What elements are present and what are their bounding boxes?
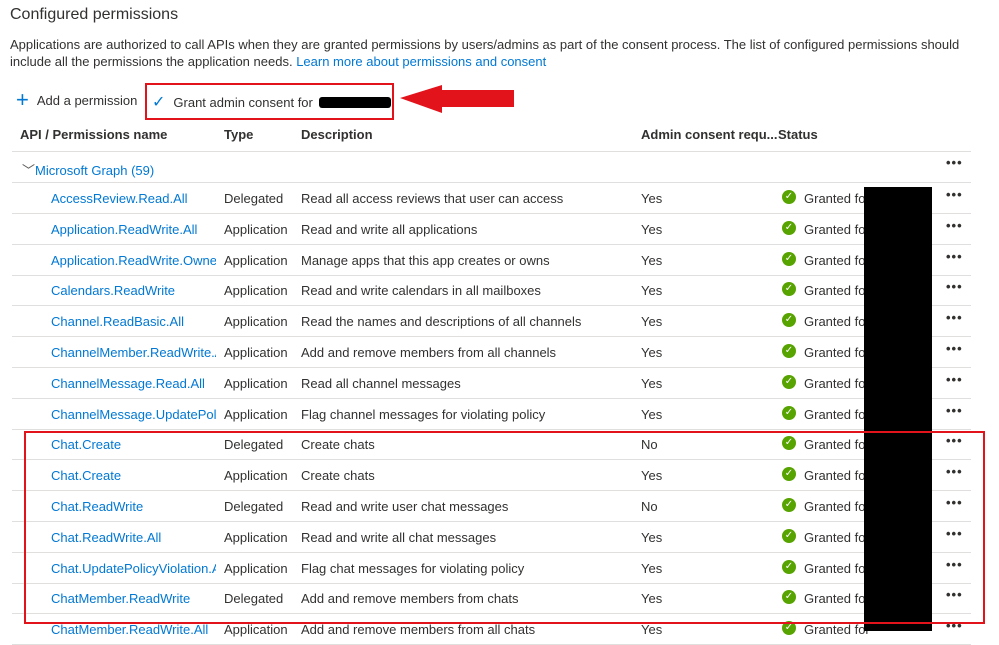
red-arrow-annotation	[400, 85, 514, 113]
check-circle-icon: ✓	[782, 251, 796, 266]
col-type[interactable]: Type	[224, 127, 253, 142]
admin-consent-cell: Yes	[641, 191, 663, 206]
permission-link[interactable]: Calendars.ReadWrite	[51, 283, 216, 298]
description-cell: Manage apps that this app creates or own…	[301, 252, 550, 268]
permission-link[interactable]: AccessReview.Read.All	[51, 191, 216, 206]
table-row: ChannelMessage.UpdatePolicyViolation.All…	[0, 399, 999, 429]
more-icon[interactable]: •••	[946, 341, 963, 356]
more-icon[interactable]: •••	[946, 403, 963, 418]
col-name[interactable]: API / Permissions name	[20, 127, 167, 142]
highlight-box	[24, 431, 985, 624]
divider	[12, 151, 971, 152]
check-circle-icon: ✓	[782, 282, 796, 297]
check-circle-icon: ✓	[782, 190, 796, 204]
type-cell: Delegated	[224, 191, 284, 206]
status-cell: Granted for	[804, 221, 870, 237]
more-icon[interactable]: •••	[946, 310, 963, 325]
permission-link[interactable]: ChatMember.ReadWrite.All	[51, 622, 216, 637]
check-circle-icon: ✓	[782, 220, 796, 235]
admin-consent-cell: Yes	[641, 345, 663, 360]
permission-link[interactable]: ChannelMessage.UpdatePolicyViolation.All	[51, 407, 216, 422]
table-row: ChannelMember.ReadWrite.All Application …	[0, 337, 999, 367]
table-row: Calendars.ReadWrite Application Read and…	[0, 275, 999, 305]
add-permission-label: Add a permission	[36, 92, 138, 108]
admin-consent-cell: Yes	[641, 622, 663, 638]
permission-link[interactable]: Application.ReadWrite.OwnedBy	[51, 253, 216, 268]
type-cell: Application	[224, 622, 288, 638]
permission-link[interactable]: Channel.ReadBasic.All	[51, 314, 216, 329]
status-cell: Granted for	[804, 345, 870, 360]
status-cell: Granted for	[804, 406, 870, 422]
description-cell: Read and write calendars in all mailboxe…	[301, 283, 541, 299]
group-label: Microsoft Graph (59)	[35, 163, 155, 178]
status-cell: Granted for	[804, 622, 870, 638]
add-permission-button[interactable]: + Add a permission	[16, 87, 138, 112]
highlight-box	[145, 83, 394, 120]
admin-consent-cell: Yes	[641, 375, 663, 391]
more-icon[interactable]: •••	[946, 249, 963, 264]
description-cell: Read and write all applications	[301, 221, 478, 237]
col-admin-consent[interactable]: Admin consent requ...	[641, 127, 778, 142]
chevron-down-icon: ﹀	[22, 163, 36, 178]
type-cell: Application	[224, 283, 288, 299]
type-cell: Application	[224, 406, 288, 422]
check-circle-icon: ✓	[782, 344, 796, 358]
table-row: Application.ReadWrite.OwnedBy Applicatio…	[0, 245, 999, 275]
status-cell: Granted for	[804, 252, 870, 268]
check-circle-icon: ✓	[782, 374, 796, 389]
permission-link[interactable]: Application.ReadWrite.All	[51, 222, 216, 237]
table-row: AccessReview.Read.All Delegated Read all…	[0, 183, 999, 213]
check-circle-icon: ✓	[782, 313, 796, 328]
permission-link[interactable]: ChannelMessage.Read.All	[51, 376, 216, 391]
status-cell: Granted for	[804, 314, 870, 330]
more-icon[interactable]: •••	[946, 187, 963, 202]
intro-text: Applications are authorized to call APIs…	[10, 36, 990, 70]
check-circle-icon: ✓	[782, 405, 796, 420]
admin-consent-cell: Yes	[641, 314, 663, 330]
permission-link[interactable]: ChannelMember.ReadWrite.All	[51, 345, 216, 360]
description-cell: Read all channel messages	[301, 375, 461, 391]
type-cell: Application	[224, 314, 288, 330]
group-microsoft-graph[interactable]: ﹀Microsoft Graph (59)	[22, 160, 154, 179]
more-icon[interactable]: •••	[946, 372, 963, 387]
learn-more-link[interactable]: Learn more about permissions and consent	[296, 54, 546, 69]
description-cell: Flag channel messages for violating poli…	[301, 406, 546, 422]
description-cell: Add and remove members from all chats	[301, 622, 536, 638]
type-cell: Application	[224, 345, 288, 360]
admin-consent-cell: Yes	[641, 283, 663, 299]
page-title: Configured permissions	[10, 6, 179, 23]
table-row: ChannelMessage.Read.All Application Read…	[0, 368, 999, 398]
more-icon[interactable]: •••	[946, 279, 963, 294]
more-icon[interactable]: •••	[946, 155, 963, 170]
admin-consent-cell: Yes	[641, 406, 663, 422]
col-status[interactable]: Status	[778, 127, 818, 142]
plus-icon: +	[16, 87, 29, 112]
admin-consent-cell: Yes	[641, 252, 663, 268]
status-cell: Granted for	[804, 283, 870, 299]
status-cell: Granted for	[804, 191, 870, 206]
description-cell: Read the names and descriptions of all c…	[301, 314, 582, 330]
description-cell: Add and remove members from all channels	[301, 345, 557, 360]
description-cell: Read all access reviews that user can ac…	[301, 191, 564, 206]
col-description[interactable]: Description	[301, 127, 373, 142]
status-cell: Granted for	[804, 375, 870, 391]
more-icon[interactable]: •••	[946, 218, 963, 233]
table-row: Application.ReadWrite.All Application Re…	[0, 214, 999, 244]
admin-consent-cell: Yes	[641, 221, 663, 237]
type-cell: Application	[224, 221, 288, 237]
type-cell: Application	[224, 252, 288, 268]
type-cell: Application	[224, 375, 288, 391]
table-row: Channel.ReadBasic.All Application Read t…	[0, 306, 999, 336]
